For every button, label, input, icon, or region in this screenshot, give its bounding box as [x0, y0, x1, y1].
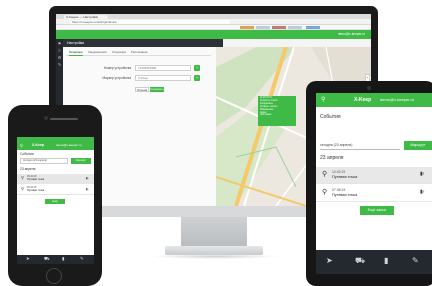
- bookmark-item[interactable]: [306, 26, 320, 29]
- bookmark-item[interactable]: [256, 26, 270, 29]
- event-label: Путевая точка: [332, 175, 358, 179]
- phone-date-select[interactable]: сегодня (23 апреля): [20, 158, 68, 164]
- event-time: 10:42:29: [332, 170, 346, 174]
- phone-speaker: [50, 118, 78, 120]
- phone-more-button[interactable]: Ещё: [45, 199, 65, 204]
- tablet-camera: [367, 86, 371, 90]
- tab-main[interactable]: Основное: [69, 50, 83, 56]
- monitor-stand-neck: [181, 217, 247, 247]
- device-marker-apply-button[interactable]: +: [194, 75, 200, 81]
- event-actions-icon[interactable]: ▮›: [86, 176, 89, 180]
- phone-camera: [44, 116, 48, 120]
- device-number-apply-button[interactable]: +: [194, 65, 200, 71]
- tablet-brand: X-Keep: [354, 97, 372, 103]
- bookmark-item[interactable]: [240, 26, 254, 29]
- breadcrumb: Настройки: [63, 39, 223, 47]
- tablet-app-header: [316, 93, 432, 107]
- event-actions-icon[interactable]: ▮›: [86, 187, 89, 191]
- pin-icon: ⚲: [322, 171, 328, 178]
- phone-date-heading: 23 апреля: [20, 167, 36, 171]
- product-showcase: X-Keeper — Настройки https://x-keeper.ru…: [0, 0, 432, 286]
- pin-icon[interactable]: ⚑: [57, 41, 62, 46]
- app-header: [56, 30, 371, 39]
- tools-icon[interactable]: ✎: [57, 62, 62, 67]
- tablet-more-button[interactable]: Ещё запис: [360, 206, 394, 215]
- pin-icon: ⚲: [322, 189, 328, 196]
- navigation-icon[interactable]: ➤: [26, 256, 30, 262]
- event-actions-icon[interactable]: ▮›: [420, 171, 424, 177]
- header-user-email[interactable]: demo@x-keeper.ru: [338, 32, 365, 37]
- bookmark-item[interactable]: [272, 26, 286, 29]
- pin-icon[interactable]: ⚲: [321, 96, 325, 104]
- event-actions-icon[interactable]: ▮›: [420, 189, 424, 195]
- tablet-route-button[interactable]: Маршрут: [404, 141, 432, 150]
- device-marker-label: Маркер устройства: [102, 76, 131, 80]
- device-marker-input[interactable]: X-Keep: [135, 75, 191, 81]
- device-number-label: Номер устройства: [103, 66, 131, 70]
- phone-events-title: События: [20, 152, 34, 156]
- tablet-user-email[interactable]: demo@x-keeper.ru: [380, 96, 414, 104]
- tab-operations[interactable]: Операции: [112, 50, 126, 55]
- car-icon[interactable]: ⛟: [355, 256, 365, 266]
- event-time: 07:38:15: [332, 188, 346, 192]
- pin-icon: ⚲: [21, 175, 24, 180]
- event-label: Путевая точка: [27, 189, 45, 192]
- tablet-events-title: События: [320, 114, 341, 120]
- bookmark-item[interactable]: [288, 26, 302, 29]
- settings-icon[interactable]: ⚙: [57, 55, 62, 60]
- phone-home-button[interactable]: [46, 268, 62, 284]
- tools-icon[interactable]: ✎: [412, 256, 419, 265]
- save-button[interactable]: Сохранить: [150, 87, 164, 92]
- tablet-date-select[interactable]: сегодня (23 апреля): [320, 141, 400, 150]
- device-number-input[interactable]: 71234567890: [135, 65, 191, 71]
- event-label: Путевая точка: [27, 178, 45, 181]
- book-icon[interactable]: ▮: [62, 256, 64, 262]
- info-line: Состояние: [260, 114, 272, 117]
- url-field[interactable]: https://x-keeper.ru/settings/device: [70, 20, 230, 24]
- cancel-button[interactable]: Отмена: [135, 87, 149, 92]
- tablet-date-heading: 23 апреля: [320, 155, 344, 161]
- car-icon[interactable]: ⛟: [44, 256, 50, 263]
- tab-schedule[interactable]: Расписание: [131, 50, 148, 55]
- phone-user-email[interactable]: demo@x-keeper.ru: [56, 142, 82, 149]
- map-info-popup: 11:45:37 01 Скорость: 0 км/ч Координаты …: [258, 96, 296, 126]
- pin-icon[interactable]: ⚲: [20, 142, 23, 149]
- navigation-icon[interactable]: ➤: [326, 256, 333, 265]
- pin-icon: ⚲: [21, 186, 24, 191]
- phone-brand: X-Keep: [32, 143, 45, 147]
- book-icon[interactable]: ▮: [384, 256, 388, 265]
- menu-icon[interactable]: ≡: [57, 48, 62, 53]
- event-label: Путевая точка: [332, 193, 358, 197]
- monitor-stand-base: [165, 246, 263, 255]
- phone-route-button[interactable]: Маршрут: [71, 158, 91, 164]
- tab-notifications[interactable]: Уведомления: [88, 50, 107, 55]
- tools-icon[interactable]: ✎: [80, 256, 84, 262]
